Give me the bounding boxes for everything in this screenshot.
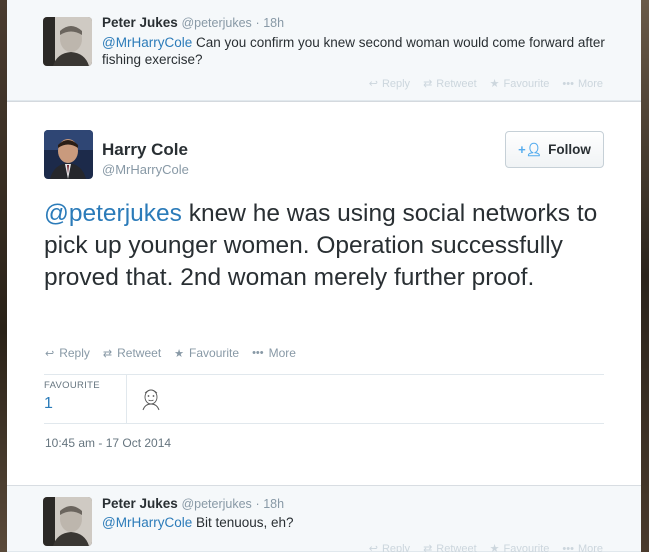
separator-dot: · [255, 16, 260, 30]
avatar-image [43, 17, 92, 66]
more-label: More [577, 542, 603, 552]
avatar-image [44, 130, 93, 179]
background-right-edge [641, 0, 649, 552]
more-action[interactable]: ••• More [562, 542, 603, 552]
avatar-image [43, 497, 92, 546]
retweet-label: Retweet [436, 542, 477, 552]
tweet-text: @peterjukes knew he was using social net… [44, 198, 604, 294]
favourite-stat-label: FAVOURITE [44, 380, 100, 391]
reply-label: Reply [59, 346, 90, 360]
username[interactable]: @peterjukes [181, 497, 251, 511]
more-dots-icon: ••• [562, 77, 574, 90]
fullname[interactable]: Harry Cole [102, 140, 188, 160]
tweet-stats: FAVOURITE 1 [44, 374, 604, 424]
username[interactable]: @peterjukes [181, 16, 251, 30]
username[interactable]: @MrHarryCole [102, 162, 189, 177]
retweet-action[interactable]: ⇄ Retweet [423, 542, 477, 552]
fullname[interactable]: Peter Jukes [102, 496, 178, 511]
avatar-harry-cole[interactable] [44, 130, 93, 179]
mention-link[interactable]: @MrHarryCole [102, 515, 192, 530]
tweet-body: Bit tenuous, eh? [192, 515, 294, 530]
add-person-icon: +👤︎ [518, 141, 543, 157]
retweet-icon: ⇄ [102, 347, 113, 360]
mention-link[interactable]: @peterjukes [44, 200, 182, 227]
reply-label: Reply [381, 77, 411, 90]
follow-button[interactable]: +👤︎ Follow [505, 131, 604, 168]
favourite-label: Favourite [189, 346, 240, 360]
follow-label: Follow [548, 142, 591, 157]
reply-action[interactable]: ↩ Reply [369, 542, 410, 552]
reply-action[interactable]: ↩ Reply [368, 77, 411, 91]
mention-link[interactable]: @MrHarryCole [102, 35, 192, 50]
retweet-label: Retweet [117, 346, 162, 360]
timestamp[interactable]: 18h [263, 16, 284, 30]
favourite-stat-count[interactable]: 1 [44, 395, 53, 413]
tweet-text: @MrHarryCole Can you confirm you knew se… [102, 34, 622, 68]
more-dots-icon: ••• [562, 542, 574, 552]
reply-icon: ↩ [45, 347, 55, 360]
favourite-action[interactable]: ★ Favourite [174, 346, 239, 360]
retweet-label: Retweet [436, 77, 477, 90]
favourite-label: Favourite [503, 77, 550, 90]
tweet-header: Peter Jukes @peterjukes · 18h [102, 496, 284, 511]
tweet-focused: Harry Cole @MrHarryCole +👤︎ Follow @pete… [7, 101, 641, 485]
tweet-actions: ↩ Reply ⇄ Retweet ★ Favourite ••• More [368, 77, 603, 91]
star-icon: ★ [489, 78, 500, 90]
more-action[interactable]: ••• More [252, 346, 296, 360]
tweet-previous[interactable]: Peter Jukes @peterjukes · 18h @MrHarryCo… [7, 0, 641, 101]
tweet-header: Peter Jukes @peterjukes · 18h [102, 15, 284, 30]
reply-icon: ↩ [368, 543, 378, 552]
more-dots-icon: ••• [252, 347, 264, 359]
star-icon: ★ [174, 347, 185, 360]
retweet-icon: ⇄ [423, 78, 433, 90]
favourite-label: Favourite [503, 542, 550, 552]
retweet-action[interactable]: ⇄ Retweet [103, 346, 161, 360]
avatar-peter-jukes[interactable] [43, 497, 92, 546]
tweet-actions: ↩ Reply ⇄ Retweet ★ Favourite ••• More [369, 542, 603, 552]
faver-avatar[interactable] [140, 387, 162, 411]
reply-icon: ↩ [368, 78, 378, 90]
tweet-text: @MrHarryCole Bit tenuous, eh? [102, 514, 622, 531]
reply-label: Reply [381, 542, 411, 552]
fullname[interactable]: Peter Jukes [102, 15, 178, 30]
retweet-icon: ⇄ [423, 543, 433, 552]
retweet-action[interactable]: ⇄ Retweet [423, 77, 477, 91]
more-action[interactable]: ••• More [562, 77, 603, 90]
tweet-reply[interactable]: Peter Jukes @peterjukes · 18h @MrHarryCo… [7, 485, 641, 552]
faver-sketch-icon [140, 387, 162, 411]
favourite-action[interactable]: ★ Favourite [490, 542, 550, 552]
star-icon: ★ [489, 543, 500, 552]
tweet-timestamp[interactable]: 10:45 am - 17 Oct 2014 [45, 436, 171, 450]
stats-divider [126, 375, 127, 424]
tweet-actions: ↩ Reply ⇄ Retweet ★ Favourite ••• More [45, 346, 296, 360]
reply-action[interactable]: ↩ Reply [45, 346, 90, 360]
favourite-action[interactable]: ★ Favourite [489, 77, 550, 91]
separator-dot: · [255, 497, 260, 511]
timestamp[interactable]: 18h [263, 497, 284, 511]
more-label: More [268, 346, 296, 360]
more-label: More [577, 77, 603, 90]
background-left-edge [0, 0, 7, 552]
avatar-peter-jukes[interactable] [43, 17, 92, 66]
